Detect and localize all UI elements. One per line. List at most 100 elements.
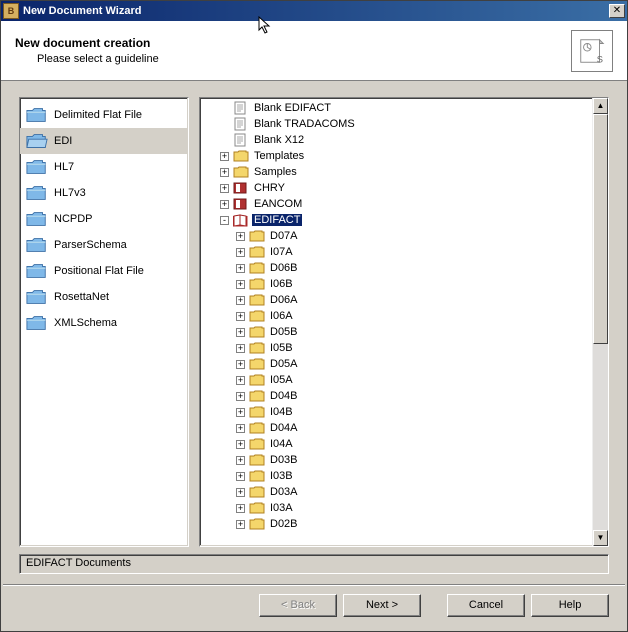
tree-label: I06B (268, 278, 295, 290)
tree-item[interactable]: + I04A (204, 436, 608, 452)
expand-icon[interactable]: + (236, 312, 245, 321)
tree-item[interactable]: +D05B (204, 324, 608, 340)
tree-item[interactable]: +I05A (204, 372, 608, 388)
tree-item[interactable]: Blank TRADACOMS (204, 116, 608, 132)
tree-item[interactable]: +EANCOM (204, 196, 608, 212)
category-item[interactable]: ParserSchema (20, 232, 188, 258)
book-open-icon (233, 213, 249, 227)
tree-label: D02B (268, 518, 300, 530)
scroll-thumb[interactable] (593, 114, 608, 344)
expand-icon[interactable]: + (236, 360, 245, 369)
tree-item[interactable]: + D02B (204, 516, 608, 532)
tree-item[interactable]: +D03B (204, 452, 608, 468)
scrollbar[interactable]: ▲ ▼ (592, 98, 608, 546)
category-list: Delimited Flat FileEDIHL7HL7v3NCPDPParse… (19, 97, 189, 547)
expand-icon[interactable]: + (236, 280, 245, 289)
category-item[interactable]: RosettaNet (20, 284, 188, 310)
category-item[interactable]: XMLSchema (20, 310, 188, 336)
expand-icon[interactable]: + (220, 152, 229, 161)
tree-item[interactable]: +CHRY (204, 180, 608, 196)
expand-icon[interactable]: + (236, 440, 245, 449)
folder-icon (249, 389, 265, 403)
expand-icon[interactable]: + (220, 168, 229, 177)
scroll-down-button[interactable]: ▼ (593, 530, 608, 546)
tree-item[interactable]: +I05B (204, 340, 608, 356)
category-item[interactable]: NCPDP (20, 206, 188, 232)
tree-label: I04A (268, 438, 295, 450)
expand-icon[interactable]: + (236, 456, 245, 465)
category-item[interactable]: Positional Flat File (20, 258, 188, 284)
tree-item[interactable]: - EDIFACT (204, 212, 608, 228)
titlebar: B New Document Wizard ✕ (1, 1, 627, 21)
expand-icon[interactable]: + (236, 264, 245, 273)
button-bar: < Back Next > Cancel Help (1, 594, 627, 631)
expand-icon[interactable]: + (236, 488, 245, 497)
tree-item[interactable]: + I06B (204, 276, 608, 292)
doc-icon (233, 133, 249, 147)
expand-icon[interactable]: + (236, 328, 245, 337)
tree-item[interactable]: +I07A (204, 244, 608, 260)
expand-icon[interactable]: + (236, 504, 245, 513)
category-item[interactable]: EDI (20, 128, 188, 154)
doc-icon (233, 117, 249, 131)
tree-item[interactable]: +D03A (204, 484, 608, 500)
expand-icon[interactable]: + (236, 472, 245, 481)
tree-item[interactable]: Blank X12 (204, 132, 608, 148)
expand-icon[interactable]: + (236, 232, 245, 241)
tree-item[interactable]: +I03B (204, 468, 608, 484)
tree-item[interactable]: +D06A (204, 292, 608, 308)
folder-icon (249, 229, 265, 243)
tree-label: D06B (268, 262, 300, 274)
book-icon (233, 181, 249, 195)
tree-item[interactable]: +I03A (204, 500, 608, 516)
folder-icon (249, 245, 265, 259)
scroll-up-button[interactable]: ▲ (593, 98, 608, 114)
folder-icon (249, 501, 265, 515)
next-button[interactable]: Next > (343, 594, 421, 617)
folder-icon (26, 106, 48, 124)
cancel-button[interactable]: Cancel (447, 594, 525, 617)
tree-label: D04A (268, 422, 300, 434)
wizard-header: New document creation Please select a gu… (1, 21, 627, 81)
tree-label: EDIFACT (252, 214, 302, 226)
category-item[interactable]: HL7v3 (20, 180, 188, 206)
category-item[interactable]: HL7 (20, 154, 188, 180)
wizard-window: B New Document Wizard ✕ New document cre… (0, 0, 628, 632)
expand-icon[interactable]: + (236, 248, 245, 257)
folder-icon (26, 184, 48, 202)
status-bar: EDIFACT Documents (19, 554, 609, 574)
expand-icon[interactable]: + (236, 424, 245, 433)
category-item[interactable]: Delimited Flat File (20, 102, 188, 128)
tree-item[interactable]: +I06A (204, 308, 608, 324)
collapse-icon[interactable]: - (220, 216, 229, 225)
tree-item[interactable]: +Samples (204, 164, 608, 180)
folder-icon (249, 405, 265, 419)
tree-item[interactable]: +D04B (204, 388, 608, 404)
back-button: < Back (259, 594, 337, 617)
tree-item[interactable]: +D05A (204, 356, 608, 372)
help-button[interactable]: Help (531, 594, 609, 617)
expand-icon[interactable]: + (236, 392, 245, 401)
expand-icon[interactable]: + (236, 520, 245, 529)
tree-label: D07A (268, 230, 300, 242)
tree-item[interactable]: +Templates (204, 148, 608, 164)
expand-icon[interactable]: + (236, 296, 245, 305)
folder-icon (249, 437, 265, 451)
tree-item[interactable]: + D04A (204, 420, 608, 436)
tree-label: Blank TRADACOMS (252, 118, 357, 130)
tree-item[interactable]: +I04B (204, 404, 608, 420)
expand-icon[interactable]: + (236, 344, 245, 353)
svg-text:S: S (597, 54, 603, 64)
tree-item[interactable]: Blank EDIFACT (204, 100, 608, 116)
doc-icon (233, 101, 249, 115)
tree-item[interactable]: + D07A (204, 228, 608, 244)
expand-icon[interactable]: + (236, 376, 245, 385)
tree-item[interactable]: + D06B (204, 260, 608, 276)
folder-icon (249, 421, 265, 435)
expand-icon[interactable]: + (220, 184, 229, 193)
expand-icon[interactable]: + (236, 408, 245, 417)
folder-icon (26, 158, 48, 176)
book-icon (233, 197, 249, 211)
expand-icon[interactable]: + (220, 200, 229, 209)
close-button[interactable]: ✕ (609, 4, 625, 18)
